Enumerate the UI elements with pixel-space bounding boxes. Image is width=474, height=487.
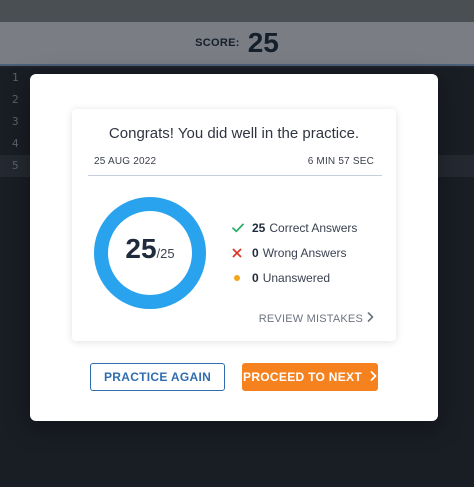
result-title: Congrats! You did well in the practice.	[108, 125, 360, 142]
score-total: /25	[156, 246, 175, 261]
stat-label: Unanswered	[262, 270, 331, 285]
chevron-right-icon	[367, 312, 374, 325]
stat-count: 25	[252, 220, 266, 235]
proceed-next-label: PROCEED TO NEXT	[243, 370, 362, 384]
stat-correct: 25 Correct Answers	[232, 215, 357, 240]
divider	[88, 175, 382, 176]
stat-count: 0	[252, 270, 259, 285]
practice-again-label: PRACTICE AGAIN	[103, 370, 212, 384]
result-card: Congrats! You did well in the practice. …	[72, 109, 396, 341]
stat-label: Wrong Answers	[262, 245, 347, 260]
review-mistakes-link[interactable]: REVIEW MISTAKES	[259, 312, 374, 325]
chevron-right-icon	[370, 370, 377, 384]
score-ring: 25 /25	[92, 195, 208, 311]
cross-icon	[232, 248, 252, 258]
stat-unanswered: 0 Unanswered	[232, 265, 357, 290]
score-number: 25	[125, 233, 157, 264]
practice-again-button[interactable]: PRACTICE AGAIN	[90, 363, 225, 391]
practice-duration: 6 MIN 57 SEC	[307, 156, 374, 167]
score-ring-text: 25 /25	[92, 195, 208, 311]
proceed-next-button[interactable]: PROCEED TO NEXT	[242, 363, 378, 391]
dot-icon	[232, 274, 252, 281]
stat-wrong: 0 Wrong Answers	[232, 240, 357, 265]
stat-label: Correct Answers	[269, 220, 358, 235]
stat-count: 0	[252, 245, 259, 260]
check-icon	[232, 223, 252, 233]
review-mistakes-label: REVIEW MISTAKES	[258, 312, 363, 325]
stats-list: 25 Correct Answers 0 Wrong Answers 0 Una…	[232, 215, 357, 290]
practice-date: 25 AUG 2022	[94, 156, 157, 167]
result-modal: Congrats! You did well in the practice. …	[30, 74, 438, 421]
